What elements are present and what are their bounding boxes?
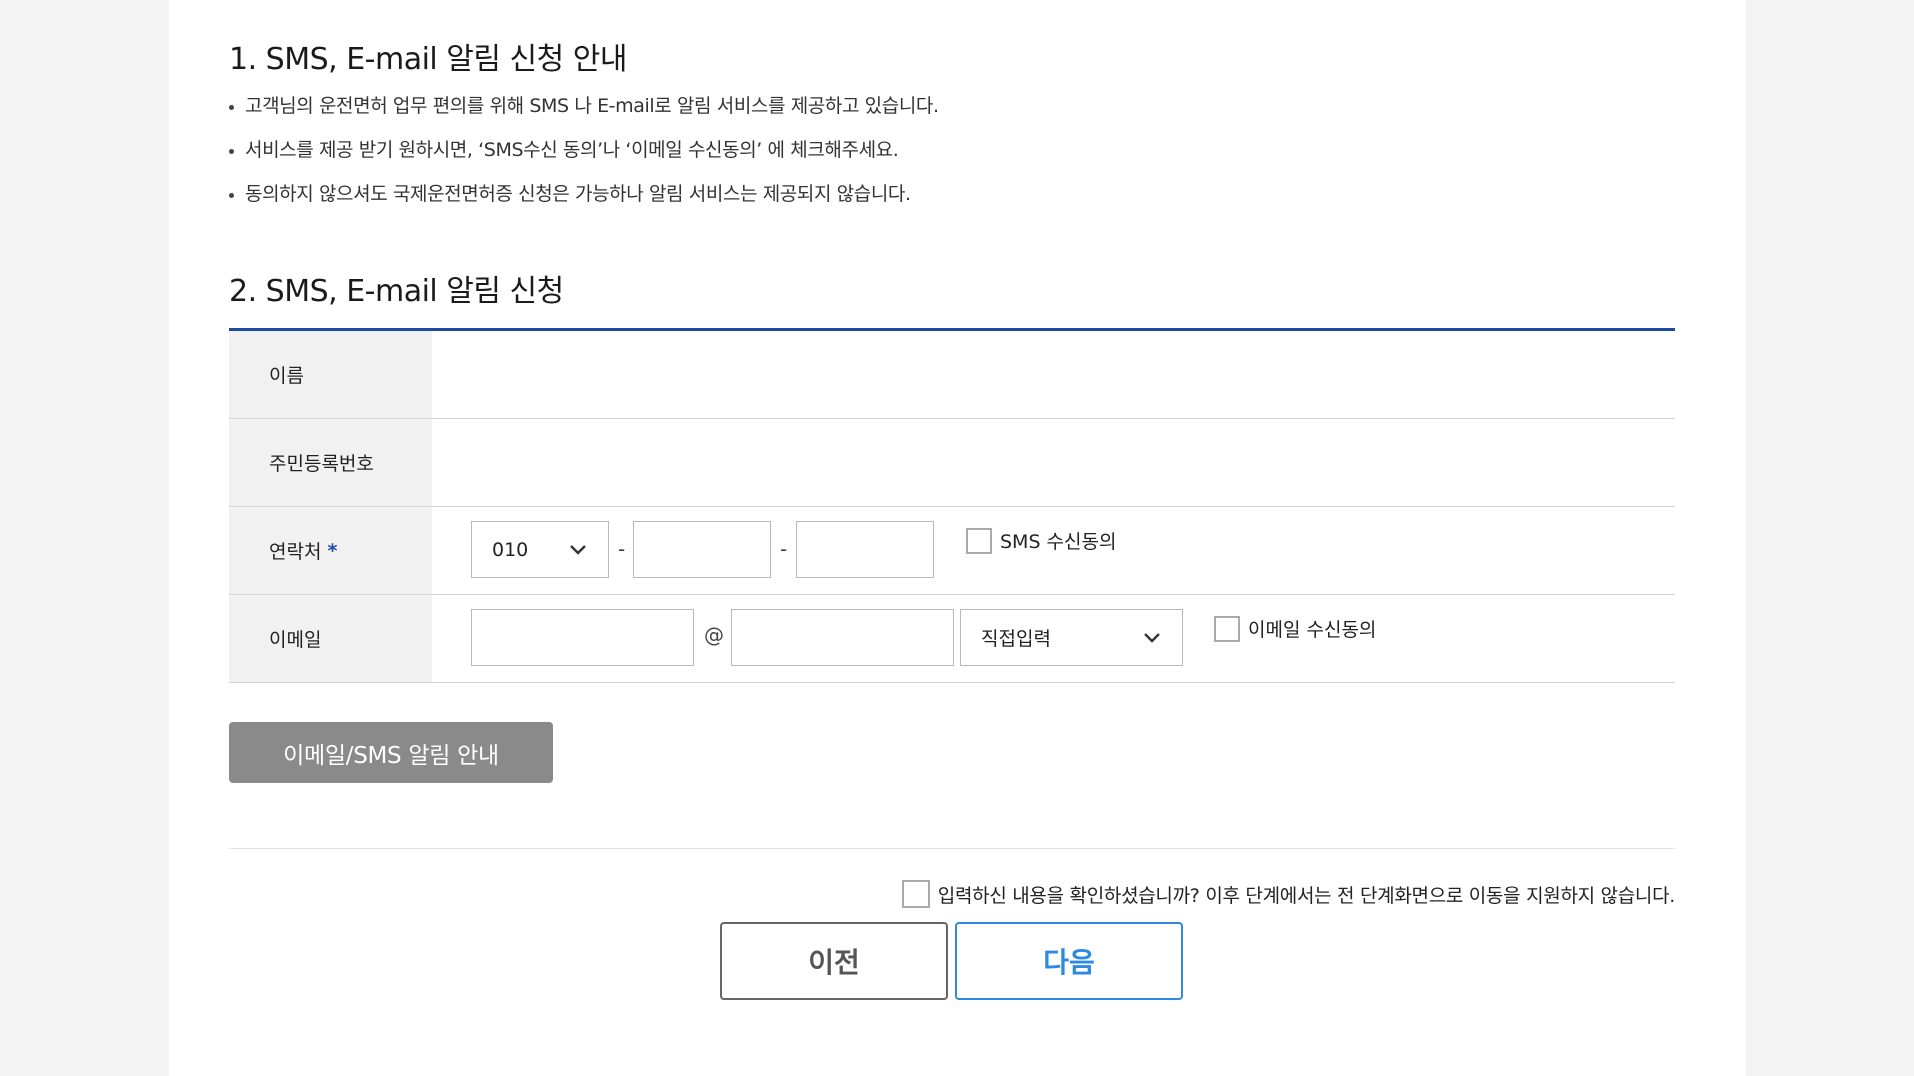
email-fields: @ 직접입력 이메일 수신동의 <box>432 595 1675 682</box>
email-domain-select-value: 직접입력 <box>981 628 1051 650</box>
phone-middle-input[interactable] <box>633 521 771 578</box>
email-domain-select[interactable]: 직접입력 <box>960 609 1183 666</box>
required-mark: * <box>327 539 338 562</box>
contact-label-cell: 연락처 * <box>229 507 432 594</box>
email-sms-notice-button[interactable]: 이메일/SMS 알림 안내 <box>229 722 553 783</box>
checkbox-box[interactable] <box>1214 615 1240 642</box>
next-button[interactable]: 다음 <box>955 922 1183 1000</box>
sms-consent-label: SMS 수신동의 <box>1000 531 1117 553</box>
row-rrn: 주민등록번호 <box>229 419 1675 507</box>
confirm-label: 입력하신 내용을 확인하셨습니까? 이후 단계에서는 전 단계화면으로 이동을 … <box>937 884 1676 907</box>
name-label: 이름 <box>229 331 432 418</box>
row-name: 이름 <box>229 331 1675 419</box>
contact-label: 연락처 <box>269 541 322 563</box>
row-contact: 연락처 * 010 - - SMS 수신동의 <box>229 507 1675 595</box>
section2-title: 2. SMS, E-mail 알림 신청 <box>229 274 564 309</box>
page-panel: 1. SMS, E-mail 알림 신청 안내 고객님의 운전면허 업무 편의를… <box>169 0 1746 1076</box>
email-label: 이메일 <box>229 595 432 682</box>
confirm-checkbox[interactable]: 입력하신 내용을 확인하셨습니까? 이후 단계에서는 전 단계화면으로 이동을 … <box>901 880 1676 908</box>
email-domain-input[interactable] <box>731 609 954 666</box>
notice-item: 고객님의 운전면허 업무 편의를 위해 SMS 나 E-mail로 알림 서비스… <box>229 92 939 136</box>
notification-form: 이름 주민등록번호 연락처 * 010 - - SMS 수신동의 이메일 @ 직… <box>229 328 1675 683</box>
name-value <box>432 331 1675 418</box>
row-email: 이메일 @ 직접입력 이메일 수신동의 <box>229 595 1675 683</box>
email-local-input[interactable] <box>471 609 694 666</box>
phone-last-input[interactable] <box>796 521 934 578</box>
phone-separator: - <box>780 537 788 561</box>
rrn-label: 주민등록번호 <box>229 419 432 506</box>
notice-item: 서비스를 제공 받기 원하시면, ‘SMS수신 동의’나 ‘이메일 수신동의’ … <box>229 136 939 180</box>
checkbox-box[interactable] <box>966 527 992 554</box>
email-consent-label: 이메일 수신동의 <box>1248 619 1377 641</box>
notice-item: 동의하지 않으셔도 국제운전면허증 신청은 가능하나 알림 서비스는 제공되지 … <box>229 180 939 224</box>
phone-separator: - <box>618 537 626 561</box>
phone-prefix-select[interactable]: 010 <box>471 521 609 578</box>
section1-title: 1. SMS, E-mail 알림 신청 안내 <box>229 42 627 77</box>
chevron-down-icon <box>1144 633 1160 643</box>
email-at-sign: @ <box>704 623 724 647</box>
notice-list: 고객님의 운전면허 업무 편의를 위해 SMS 나 E-mail로 알림 서비스… <box>229 92 939 224</box>
chevron-down-icon <box>570 545 586 555</box>
rrn-value <box>432 419 1675 506</box>
checkbox-box[interactable] <box>901 880 930 908</box>
sms-consent-checkbox[interactable]: SMS 수신동의 <box>966 527 1116 554</box>
contact-fields: 010 - - SMS 수신동의 <box>432 507 1675 594</box>
divider <box>229 848 1675 849</box>
phone-prefix-value: 010 <box>492 538 529 561</box>
prev-button[interactable]: 이전 <box>720 922 948 1000</box>
email-consent-checkbox[interactable]: 이메일 수신동의 <box>1214 615 1376 642</box>
